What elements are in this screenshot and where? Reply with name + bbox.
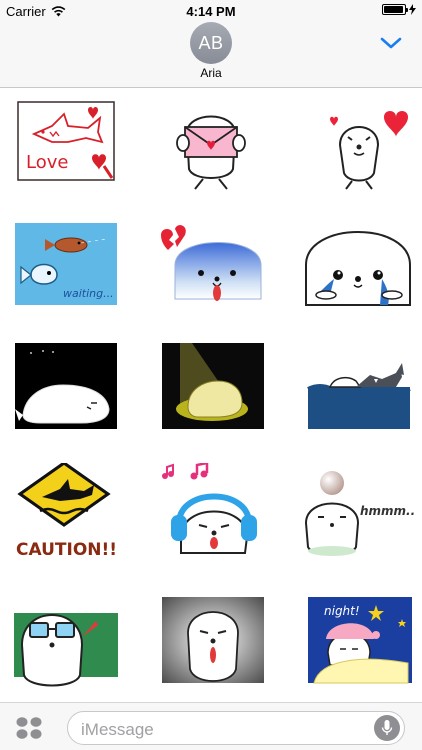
sticker-caption: waiting... bbox=[63, 287, 114, 300]
status-time: 4:14 PM bbox=[186, 4, 236, 19]
sticker-shark-love[interactable]: Love bbox=[8, 90, 120, 194]
contact-name[interactable]: Aria bbox=[0, 66, 422, 80]
sticker-caption: CAUTION!! bbox=[16, 540, 117, 560]
chevron-down-icon bbox=[380, 37, 402, 49]
contact-avatar[interactable]: AB bbox=[190, 22, 232, 64]
sticker-seal-ball-thinking[interactable]: hmmm... bbox=[302, 460, 414, 564]
microphone-icon bbox=[381, 720, 393, 735]
sticker-seal-headphones[interactable] bbox=[155, 460, 267, 564]
sticker-seal-shark-sea[interactable] bbox=[302, 334, 414, 438]
status-bar: Carrier 4:14 PM bbox=[0, 0, 422, 22]
sticker-caption: night! bbox=[324, 604, 360, 618]
app-drawer-button[interactable] bbox=[16, 716, 42, 740]
charging-bolt-icon bbox=[409, 4, 416, 15]
sticker-seal-good-night[interactable]: night! bbox=[302, 588, 414, 692]
battery-icon bbox=[382, 4, 408, 15]
sticker-seal-night[interactable] bbox=[8, 334, 120, 438]
sticker-caption: Love bbox=[26, 152, 68, 173]
message-placeholder: iMessage bbox=[81, 720, 154, 739]
sticker-fish-waiting[interactable]: waiting... bbox=[8, 210, 120, 314]
message-input[interactable]: iMessage bbox=[67, 711, 405, 745]
sticker-seal-spotlight[interactable] bbox=[155, 334, 267, 438]
battery-level-fill bbox=[384, 6, 403, 13]
sticker-seal-crying[interactable] bbox=[302, 210, 414, 314]
message-input-bar: iMessage bbox=[0, 702, 422, 750]
sticker-seal-sunglasses[interactable] bbox=[8, 588, 120, 692]
sticker-seal-hearts[interactable] bbox=[302, 90, 414, 194]
sticker-seal-gray[interactable] bbox=[155, 588, 267, 692]
collapse-chevron-button[interactable] bbox=[378, 34, 404, 52]
sticker-caption: hmmm... bbox=[360, 504, 414, 518]
sticker-seal-broken-heart[interactable] bbox=[155, 210, 267, 314]
sticker-caution-shark[interactable]: CAUTION!! bbox=[8, 460, 120, 564]
sticker-grid: Love waiting... CAUTION!! hmmm... night! bbox=[0, 88, 422, 702]
app-drawer-icon bbox=[16, 717, 42, 739]
sticker-seal-love-letter[interactable] bbox=[155, 90, 267, 194]
microphone-button[interactable] bbox=[374, 715, 400, 741]
